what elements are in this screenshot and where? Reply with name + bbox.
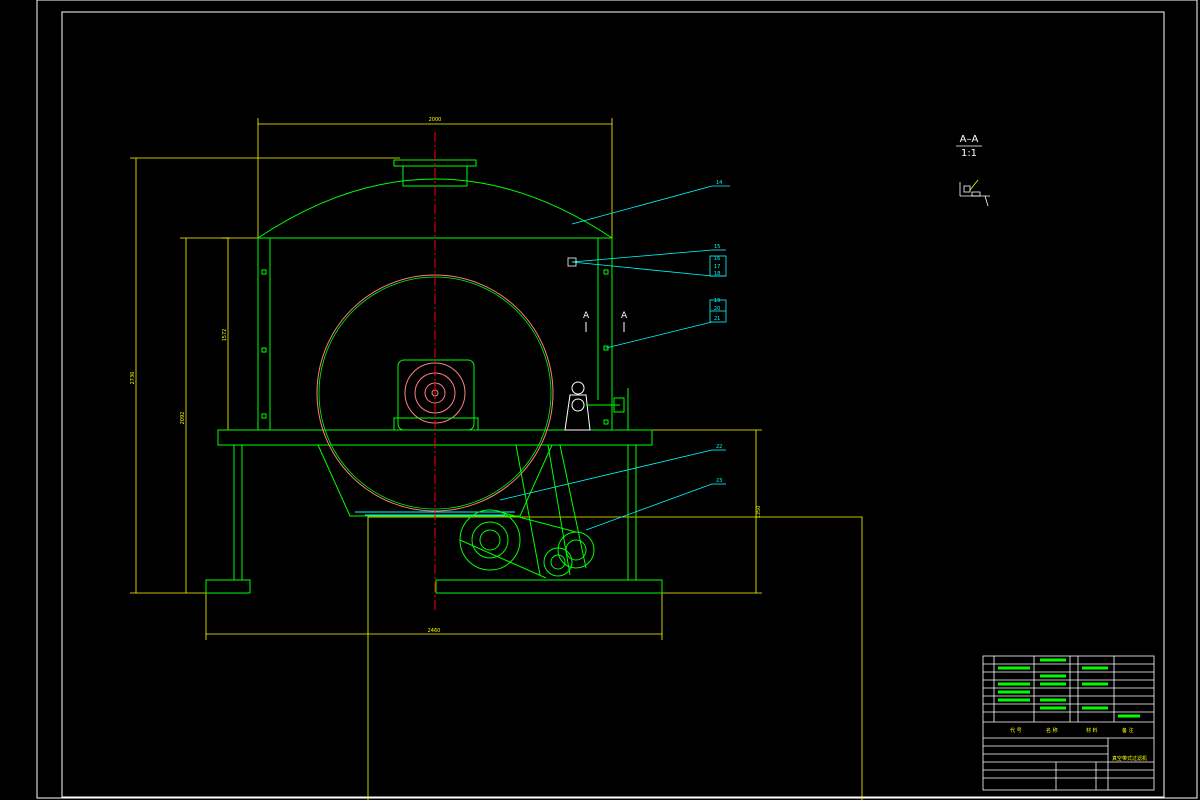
title-block xyxy=(982,655,1155,791)
section-marker-right: A xyxy=(621,311,628,321)
title-block-headers: 代 号 名 称 材 料 备 注 真空带式过滤机 xyxy=(1010,727,1147,762)
callout-17: 17 xyxy=(714,264,720,270)
callout-19: 19 xyxy=(714,298,720,304)
support-frame xyxy=(205,429,663,594)
header-code: 代 号 xyxy=(1010,727,1022,734)
left-dimensions xyxy=(130,157,400,594)
section-view-title: A–A xyxy=(960,134,979,145)
drawing-frame xyxy=(36,0,1198,799)
section-cut-markers xyxy=(585,322,625,332)
header-note: 备 注 xyxy=(1122,727,1134,734)
weld-detail-symbol xyxy=(959,179,990,207)
callout-16: 16 xyxy=(714,256,720,262)
cad-drawing-canvas: 2000 2736 2092 1572 1350 2460 A A 14 15 … xyxy=(36,0,1198,800)
callout-23: 23 xyxy=(716,478,722,484)
callout-20: 20 xyxy=(714,306,720,312)
section-marker-left: A xyxy=(583,311,590,321)
section-view-scale: 1:1 xyxy=(961,148,977,159)
callout-18: 18 xyxy=(714,271,720,277)
body-height-value: 2092 xyxy=(180,412,186,425)
bottom-width-value: 2460 xyxy=(428,628,441,634)
belt-drive xyxy=(459,444,595,579)
overall-height-value: 2736 xyxy=(130,372,136,385)
drawing-title: 真空带式过滤机 xyxy=(1112,755,1147,762)
right-height-value: 1350 xyxy=(756,506,762,519)
drive-hub xyxy=(393,359,479,431)
callout-14: 14 xyxy=(716,180,722,186)
tension-mechanism xyxy=(564,381,629,431)
header-material: 材 料 xyxy=(1086,727,1098,734)
right-dimension xyxy=(367,429,863,800)
section-view-label: A–A 1:1 xyxy=(956,134,982,159)
side-height-value: 1572 xyxy=(222,329,228,342)
header-name: 名 称 xyxy=(1046,727,1058,734)
top-width-value: 2000 xyxy=(429,117,442,123)
callout-22: 22 xyxy=(716,444,722,450)
callout-15: 15 xyxy=(714,244,720,250)
callout-21: 21 xyxy=(714,316,720,322)
callout-numbers: 14 15 16 17 18 19 20 21 22 23 xyxy=(714,180,722,484)
